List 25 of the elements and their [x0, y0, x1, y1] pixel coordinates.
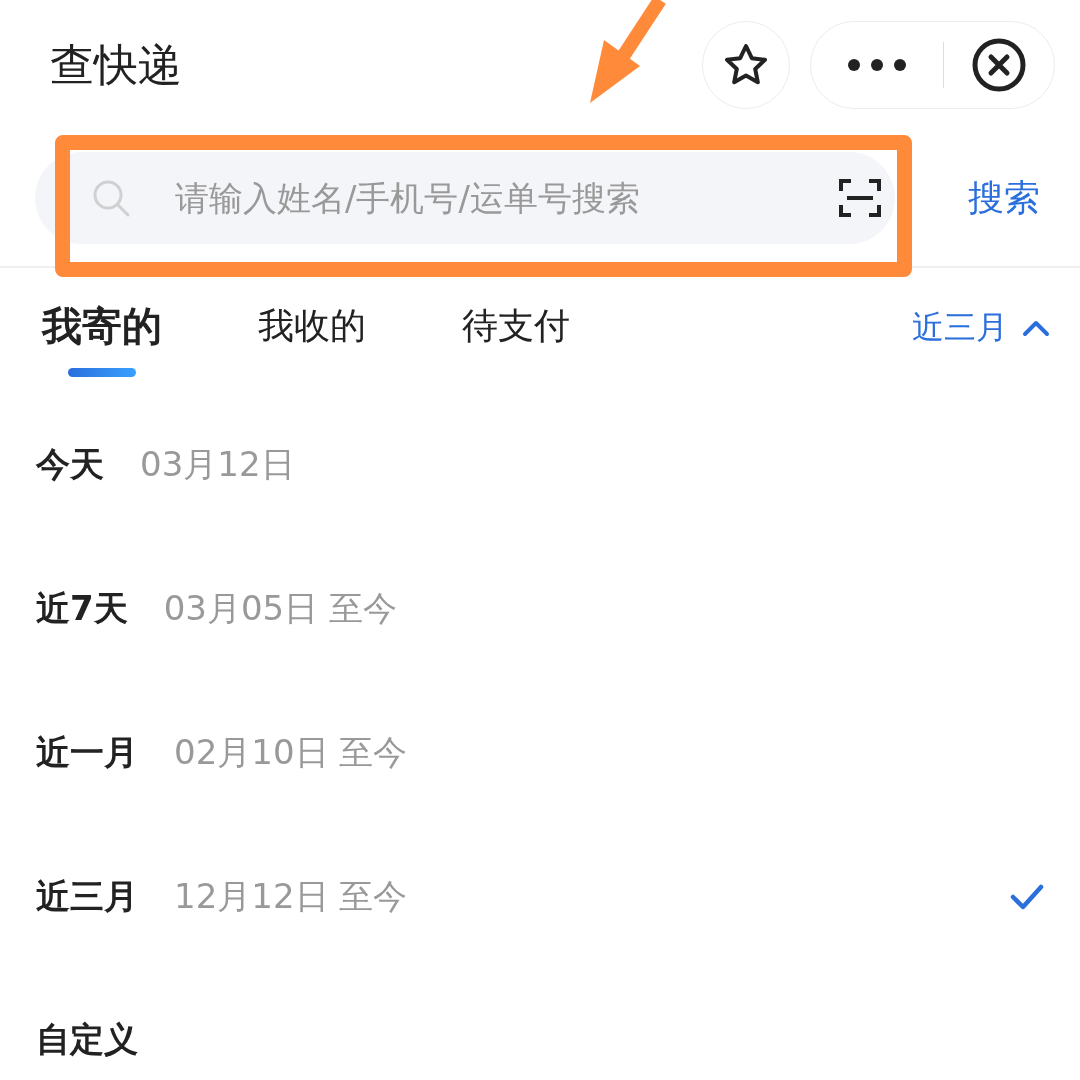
scan-icon[interactable]: [839, 179, 881, 217]
range-label: 近一月: [36, 731, 138, 774]
range-option[interactable]: 今天 03月12日: [0, 393, 1080, 537]
range-date: 02月10日 至今: [174, 731, 408, 774]
tab[interactable]: 待支付: [456, 268, 576, 378]
more-icon: [847, 58, 907, 72]
range-option[interactable]: 近7天 03月05日 至今: [0, 537, 1080, 681]
tab[interactable]: 我寄的: [36, 268, 168, 378]
range-label: 近三月: [36, 875, 138, 918]
range-date: 03月12日: [140, 443, 295, 486]
range-label: 自定义: [36, 1018, 138, 1061]
range-option[interactable]: 近一月 02月10日 至今: [0, 681, 1080, 825]
search-icon: [91, 178, 131, 218]
range-label: 近7天: [36, 587, 128, 630]
page-title: 查快递: [50, 37, 182, 92]
range-option[interactable]: 自定义: [0, 969, 1080, 1079]
range-date: 12月12日 至今: [174, 875, 408, 918]
range-date: 03月05日 至今: [163, 587, 397, 630]
range-dropdown[interactable]: 近三月: [912, 306, 1050, 350]
tab[interactable]: 我收的: [252, 268, 372, 378]
close-icon: [971, 37, 1027, 93]
range-label: 今天: [36, 443, 104, 486]
search-field[interactable]: 请输入姓名/手机号/运单号搜索: [35, 152, 895, 244]
search-button[interactable]: 搜索: [968, 173, 1040, 223]
range-option[interactable]: 近三月 12月12日 至今: [0, 825, 1080, 969]
